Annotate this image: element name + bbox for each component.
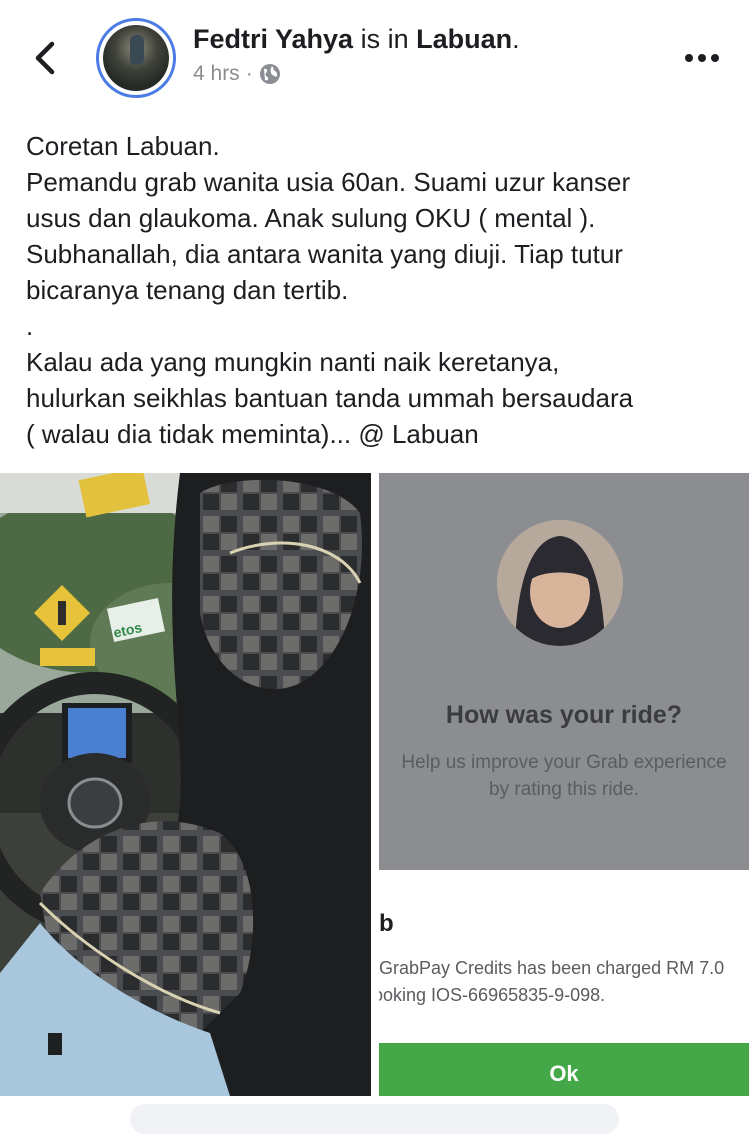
- post-line: bicaranya tenang dan tertib.: [26, 275, 349, 305]
- post-line: Kalau ada yang mungkin nanti naik kereta…: [26, 347, 560, 377]
- post-line: Pemandu grab wanita usia 60an. Suami uzu…: [26, 167, 631, 197]
- rating-subtitle-line: by rating this ride.: [489, 779, 639, 800]
- header-period: .: [512, 24, 520, 54]
- profile-avatar[interactable]: [96, 18, 176, 98]
- driver-avatar: [497, 520, 623, 646]
- post-line: ( walau dia tidak meminta)... @ Labuan: [26, 419, 479, 449]
- driver-photo-illustration: etos: [0, 473, 371, 1096]
- post-line: Coretan Labuan.: [26, 131, 220, 161]
- post-time[interactable]: 4 hrs: [193, 62, 240, 86]
- chevron-left-icon: [35, 41, 55, 75]
- booking-id: ooking IOS-66965835-9-098.: [379, 985, 606, 1005]
- rating-subtitle-line: Help us improve your Grab experience: [401, 752, 727, 773]
- header-connector: is in: [360, 24, 409, 54]
- post-line: Subhanallah, dia antara wanita yang diuj…: [26, 239, 623, 269]
- sheet-title: b: [379, 910, 394, 937]
- post-line: .: [26, 311, 34, 341]
- more-options-button[interactable]: [684, 48, 720, 68]
- post-header: Fedtri Yahya is in Labuan.: [193, 24, 520, 55]
- author-name[interactable]: Fedtri Yahya: [193, 24, 353, 54]
- post-text: Coretan Labuan. Pemandu grab wanita usia…: [26, 128, 726, 452]
- rating-subtitle: Help us improve your Grab experience by …: [379, 749, 749, 803]
- payment-sheet: b GrabPay Credits has been charged RM 7.…: [379, 870, 749, 1096]
- ok-button[interactable]: Ok: [379, 1043, 749, 1096]
- post-photo-grab-screen[interactable]: How was your ride? Help us improve your …: [379, 473, 749, 1096]
- back-button[interactable]: [30, 38, 66, 78]
- avatar-image: [103, 25, 169, 91]
- meta-separator: ·: [245, 62, 253, 85]
- post-meta: 4 hrs ·: [193, 62, 281, 86]
- post-line: usus dan glaukoma. Anak sulung OKU ( men…: [26, 203, 596, 233]
- more-horizontal-icon: [685, 54, 719, 62]
- location-link[interactable]: Labuan: [416, 24, 512, 54]
- rating-title: How was your ride?: [445, 701, 683, 729]
- globe-icon: [259, 64, 280, 84]
- post-photo-driver[interactable]: etos: [0, 473, 371, 1096]
- post-line: hulurkan seikhlas bantuan tanda ummah be…: [26, 383, 634, 413]
- charge-message: GrabPay Credits has been charged RM 7.0: [379, 958, 725, 978]
- comment-bar[interactable]: [130, 1104, 619, 1134]
